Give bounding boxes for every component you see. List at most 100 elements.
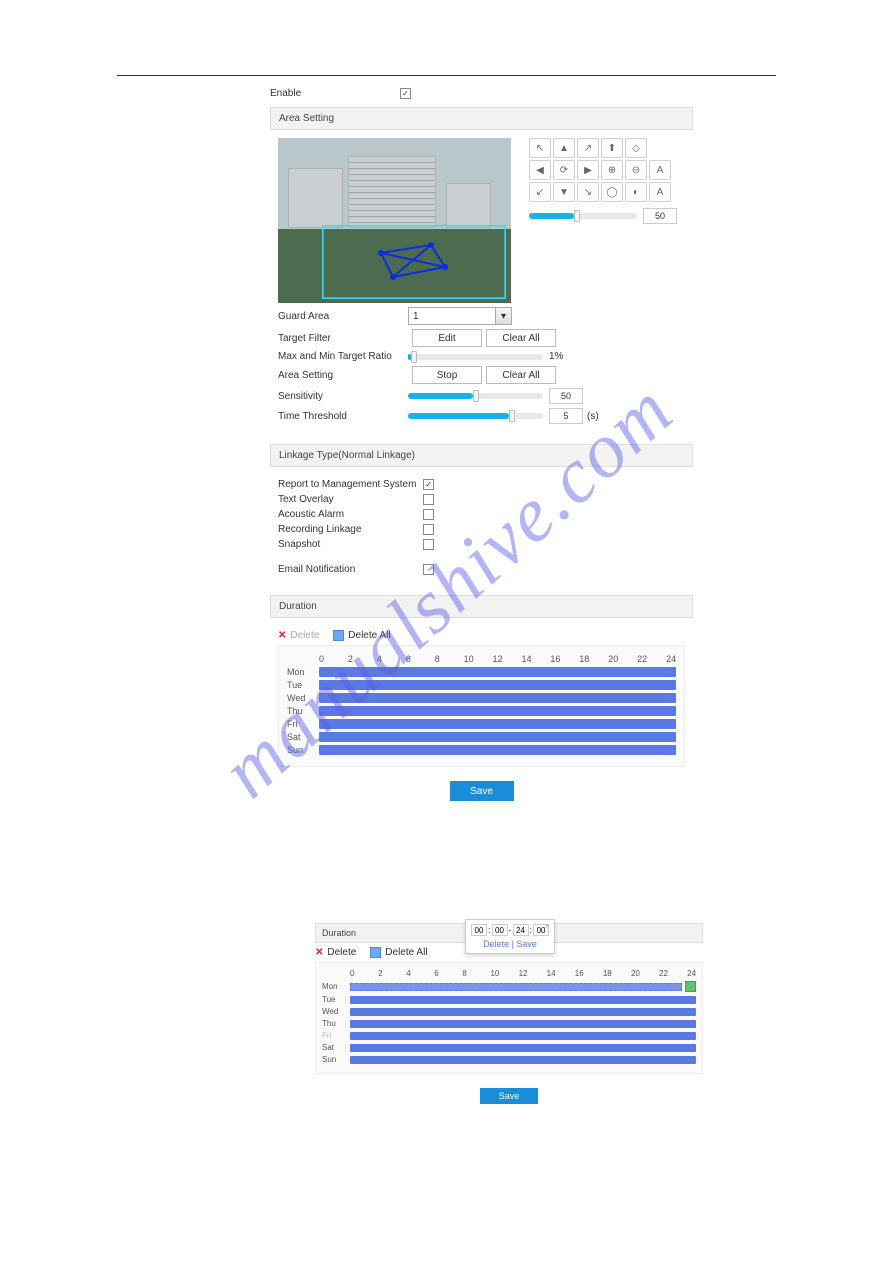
schedule-bar[interactable] (350, 1032, 696, 1040)
target-filter-row: Target Filter Edit Clear All (278, 329, 685, 347)
ptz-up-left-icon[interactable]: ↖ (529, 138, 551, 158)
sep-colon: : (530, 925, 533, 935)
schedule-row[interactable]: Sun (322, 1055, 696, 1064)
schedule-bar[interactable] (319, 706, 676, 716)
ptz-speed-slider[interactable] (529, 213, 637, 219)
patrol-icon[interactable]: ◐ (625, 182, 647, 202)
delete-all-button-2[interactable]: Delete All (385, 947, 427, 958)
email-checkbox[interactable] (423, 564, 434, 575)
zoom-out-icon[interactable]: ⊖ (625, 160, 647, 180)
close-icon[interactable]: × (545, 921, 550, 931)
ptz-left-icon[interactable]: ◀ (529, 160, 551, 180)
schedule-row[interactable]: Fri (322, 1031, 696, 1040)
guard-polygon[interactable] (373, 243, 453, 286)
save-button[interactable]: Save (450, 781, 514, 801)
schedule-row[interactable]: Sun (287, 745, 676, 755)
aperture-minus-icon[interactable]: A (649, 182, 671, 202)
target-ratio-value: 1% (549, 351, 563, 362)
text-overlay-checkbox[interactable] (423, 494, 434, 505)
schedule-bar[interactable] (350, 1044, 696, 1052)
target-ratio-label: Max and Min Target Ratio (278, 351, 408, 362)
delete-button-2[interactable]: Delete (327, 947, 356, 958)
ptz-panel: ↖ ▲ ↗ ⬆ ◇ ◀ ⟳ ▶ ⊕ ⊖ A ↙ ▼ ↘ ◯ ◐ (529, 138, 677, 224)
schedule-row[interactable]: Thu (287, 706, 676, 716)
schedule-bar[interactable] (319, 693, 676, 703)
ptz-speed-row: 50 (529, 208, 677, 224)
clear-all-filter-button[interactable]: Clear All (486, 329, 556, 347)
hour-tick: 8 (435, 654, 464, 664)
schedule-row[interactable]: Wed (322, 1007, 696, 1016)
schedule-bar[interactable] (350, 1056, 696, 1064)
ptz-home-icon[interactable]: ⟳ (553, 160, 575, 180)
target-ratio-row: Max and Min Target Ratio 1% (278, 351, 685, 362)
video-preview[interactable] (278, 138, 511, 303)
enable-checkbox[interactable]: ✓ (400, 88, 411, 99)
schedule-row[interactable]: Tue (287, 680, 676, 690)
snapshot-checkbox[interactable] (423, 539, 434, 550)
guard-area-select[interactable]: 1 ▾ (408, 307, 512, 325)
schedule-row[interactable]: Fri (287, 719, 676, 729)
time-range-popup: × : - : Delete | Save (465, 919, 555, 954)
popup-delete-link[interactable]: Delete (483, 939, 509, 949)
edit-button[interactable]: Edit (412, 329, 482, 347)
schedule-bar[interactable] (350, 1020, 696, 1028)
start-hour-input[interactable] (471, 924, 487, 936)
ptz-up-icon[interactable]: ▲ (553, 138, 575, 158)
schedule-row[interactable]: Tue (322, 995, 696, 1004)
clear-all-area-button[interactable]: Clear All (486, 366, 556, 384)
ptz-down-right-icon[interactable]: ↘ (577, 182, 599, 202)
delete-button[interactable]: Delete (290, 630, 319, 641)
preview-building (288, 168, 343, 228)
zoom-in-icon[interactable]: ⊕ (601, 160, 623, 180)
schedule-row[interactable]: Mon (322, 981, 696, 992)
stop-button[interactable]: Stop (412, 366, 482, 384)
report-checkbox[interactable]: ✓ (423, 479, 434, 490)
hour-tick: 10 (464, 654, 493, 664)
delete-all-icon (333, 630, 344, 641)
sensitivity-value[interactable]: 50 (549, 388, 583, 404)
ptz-right-icon[interactable]: ▶ (577, 160, 599, 180)
area-setting-label: Area Setting (278, 370, 408, 381)
ptz-up-right-icon[interactable]: ↗ (577, 138, 599, 158)
schedule-row[interactable]: Sat (287, 732, 676, 742)
end-hour-input[interactable] (513, 924, 529, 936)
target-ratio-slider[interactable] (408, 354, 543, 360)
enable-row: Enable ✓ (270, 88, 693, 99)
delete-all-button[interactable]: Delete All (348, 630, 390, 641)
guard-area-value: 1 (413, 311, 419, 322)
schedule-bar[interactable] (350, 1008, 696, 1016)
focus-near-icon[interactable]: ⬆ (601, 138, 623, 158)
popup-save-link[interactable]: Save (516, 939, 537, 949)
schedule-bar[interactable] (350, 996, 696, 1004)
schedule-bar[interactable] (319, 680, 676, 690)
schedule-row[interactable]: Thu (322, 1019, 696, 1028)
copy-schedule-icon[interactable] (685, 981, 696, 992)
ptz-speed-value[interactable]: 50 (643, 208, 677, 224)
aperture-plus-icon[interactable]: A (649, 160, 671, 180)
email-row: Email Notification (278, 564, 685, 575)
schedule-bar[interactable] (319, 719, 676, 729)
schedule-bar-selected[interactable] (350, 983, 682, 991)
recording-checkbox[interactable] (423, 524, 434, 535)
ptz-down-left-icon[interactable]: ↙ (529, 182, 551, 202)
schedule-bar[interactable] (319, 667, 676, 677)
schedule-row[interactable]: Mon (287, 667, 676, 677)
acoustic-checkbox[interactable] (423, 509, 434, 520)
sensitivity-slider[interactable] (408, 393, 543, 399)
time-threshold-label: Time Threshold (278, 411, 408, 422)
schedule-bar[interactable] (319, 732, 676, 742)
day-label: Sat (287, 732, 319, 742)
hour-tick: 16 (550, 654, 579, 664)
schedule-row[interactable]: Sat (322, 1043, 696, 1052)
ptz-down-icon[interactable]: ▼ (553, 182, 575, 202)
sensitivity-label: Sensitivity (278, 391, 408, 402)
linkage-body: Report to Management System ✓ Text Overl… (270, 467, 693, 587)
schedule-row[interactable]: Wed (287, 693, 676, 703)
schedule-bar[interactable] (319, 745, 676, 755)
iris-open-icon[interactable]: ◇ (625, 138, 647, 158)
start-min-input[interactable] (492, 924, 508, 936)
time-threshold-slider[interactable] (408, 413, 543, 419)
time-threshold-value[interactable]: 5 (549, 408, 583, 424)
save-button-2[interactable]: Save (480, 1088, 538, 1104)
preset-icon[interactable]: ◯ (601, 182, 623, 202)
